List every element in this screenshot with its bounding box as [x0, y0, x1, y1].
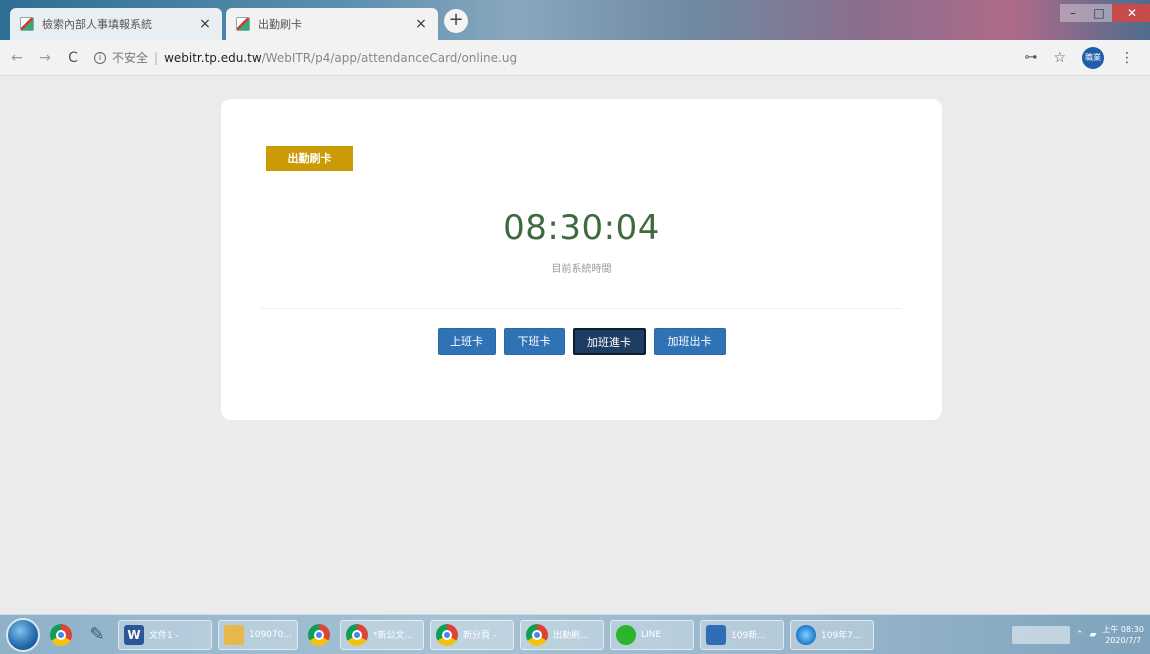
taskbar-item[interactable]: 出勤刷...	[520, 619, 604, 650]
pinned-chrome-2[interactable]	[304, 620, 334, 650]
word-icon: W	[124, 624, 144, 645]
tray-arrow-icon[interactable]: ⌃	[1076, 630, 1084, 640]
back-icon[interactable]: ←	[10, 50, 24, 66]
taskbar-item[interactable]: 109新...	[700, 619, 784, 650]
chrome-icon	[526, 623, 548, 646]
taskbar-item-label: 新分頁 -	[463, 631, 497, 641]
tab-hr-system[interactable]: 檢索內部人事填報系統 ×	[10, 8, 222, 40]
system-time-display: 08:30:04	[503, 208, 660, 248]
site-favicon-icon	[236, 17, 250, 31]
new-tab-button[interactable]: +	[444, 9, 468, 33]
network-icon[interactable]: ▰	[1089, 630, 1096, 640]
maximize-button[interactable]: □	[1086, 4, 1112, 22]
minimize-button[interactable]: –	[1060, 4, 1086, 22]
forward-icon[interactable]: →	[38, 50, 52, 66]
browser-menu-icon[interactable]: ⋮	[1120, 50, 1134, 66]
address-separator: |	[154, 50, 159, 65]
chrome-icon	[346, 623, 368, 646]
folder-icon	[224, 624, 244, 645]
tab-close-icon[interactable]: ×	[198, 16, 212, 32]
window-controls: – □ ✕	[1060, 4, 1150, 24]
taskbar-item-label: 出勤刷...	[553, 631, 589, 641]
profile-avatar[interactable]: 職業	[1082, 46, 1104, 69]
tab-title: 出勤刷卡	[258, 18, 302, 31]
taskbar-item-label: LINE	[641, 629, 662, 640]
card-divider	[261, 308, 902, 309]
taskbar-clock[interactable]: 上午 08:30 2020/7/7	[1102, 624, 1144, 646]
security-label: 不安全	[112, 51, 149, 65]
pinned-tool[interactable]: ✎	[82, 620, 112, 650]
start-button[interactable]	[6, 617, 40, 652]
taskbar-item-label: 109年7...	[821, 631, 862, 641]
language-bar[interactable]	[1011, 625, 1070, 644]
taskbar-item[interactable]: LINE	[610, 619, 694, 650]
attendance-card-panel: 出勤刷卡 08:30:04 目前系統時間 上班卡 下班卡 加班進卡 加班出卡	[221, 99, 942, 420]
tools-icon: ✎	[89, 624, 105, 645]
bookmark-star-icon[interactable]: ☆	[1053, 50, 1066, 66]
system-time-caption: 目前系統時間	[551, 264, 612, 275]
taskbar-item[interactable]: *新公文...	[340, 619, 424, 650]
site-favicon-icon	[20, 17, 34, 31]
overtime-in-button[interactable]: 加班進卡	[572, 328, 646, 355]
url-host: webitr.tp.edu.tw	[164, 50, 262, 65]
taskbar-item-label: 109新...	[731, 631, 766, 641]
punch-button-row: 上班卡 下班卡 加班進卡 加班出卡	[221, 328, 942, 355]
taskbar-item[interactable]: 109年7...	[790, 619, 874, 650]
reload-icon[interactable]: C	[66, 50, 80, 66]
address-bar[interactable]: i 不安全 | webitr.tp.edu.tw/WebITR/p4/app/a…	[94, 49, 1010, 66]
browser-tab-strip: 檢索內部人事填報系統 × 出勤刷卡 × + – □ ✕	[0, 0, 1150, 40]
tab-close-icon[interactable]: ×	[414, 16, 428, 32]
chrome-icon	[436, 623, 458, 646]
site-info-icon[interactable]: i	[94, 51, 106, 64]
teams-icon	[706, 624, 726, 645]
card-title-badge: 出勤刷卡	[266, 146, 353, 171]
chrome-icon	[308, 623, 330, 646]
line-icon	[616, 624, 636, 645]
windows-taskbar: ✎ W 文件1 - 109070... *新公文... 新分頁 - 出勤刷...…	[0, 614, 1150, 654]
window-close-button[interactable]: ✕	[1112, 4, 1150, 22]
toolbar-actions: ⊶ ☆ 職業 ⋮	[1024, 46, 1134, 69]
ie-icon	[796, 624, 816, 645]
browser-toolbar: ← → C i 不安全 | webitr.tp.edu.tw/WebITR/p4…	[0, 40, 1150, 76]
taskbar-item-label: *新公文...	[373, 631, 414, 641]
taskbar-time: 上午 08:30	[1102, 624, 1144, 634]
taskbar-item[interactable]: W 文件1 -	[118, 619, 212, 650]
taskbar-item[interactable]: 新分頁 -	[430, 619, 514, 650]
tab-title: 檢索內部人事填報系統	[42, 18, 152, 31]
taskbar-item-label: 109070...	[249, 629, 292, 640]
taskbar-date: 2020/7/7	[1105, 635, 1142, 645]
clock-out-button[interactable]: 下班卡	[503, 328, 565, 355]
pinned-chrome[interactable]	[46, 620, 76, 650]
chrome-icon	[50, 623, 72, 646]
overtime-out-button[interactable]: 加班出卡	[653, 328, 726, 355]
url-path: /WebITR/p4/app/attendanceCard/online.ug	[261, 50, 518, 65]
system-tray: ⌃ ▰ 上午 08:30 2020/7/7	[1011, 624, 1144, 646]
taskbar-item-label: 文件1 -	[149, 631, 179, 641]
clock-in-button[interactable]: 上班卡	[437, 328, 496, 355]
password-key-icon[interactable]: ⊶	[1024, 50, 1037, 65]
url-text: webitr.tp.edu.tw/WebITR/p4/app/attendanc…	[164, 51, 517, 65]
taskbar-item[interactable]: 109070...	[218, 619, 298, 650]
tab-attendance-card[interactable]: 出勤刷卡 ×	[226, 8, 438, 40]
